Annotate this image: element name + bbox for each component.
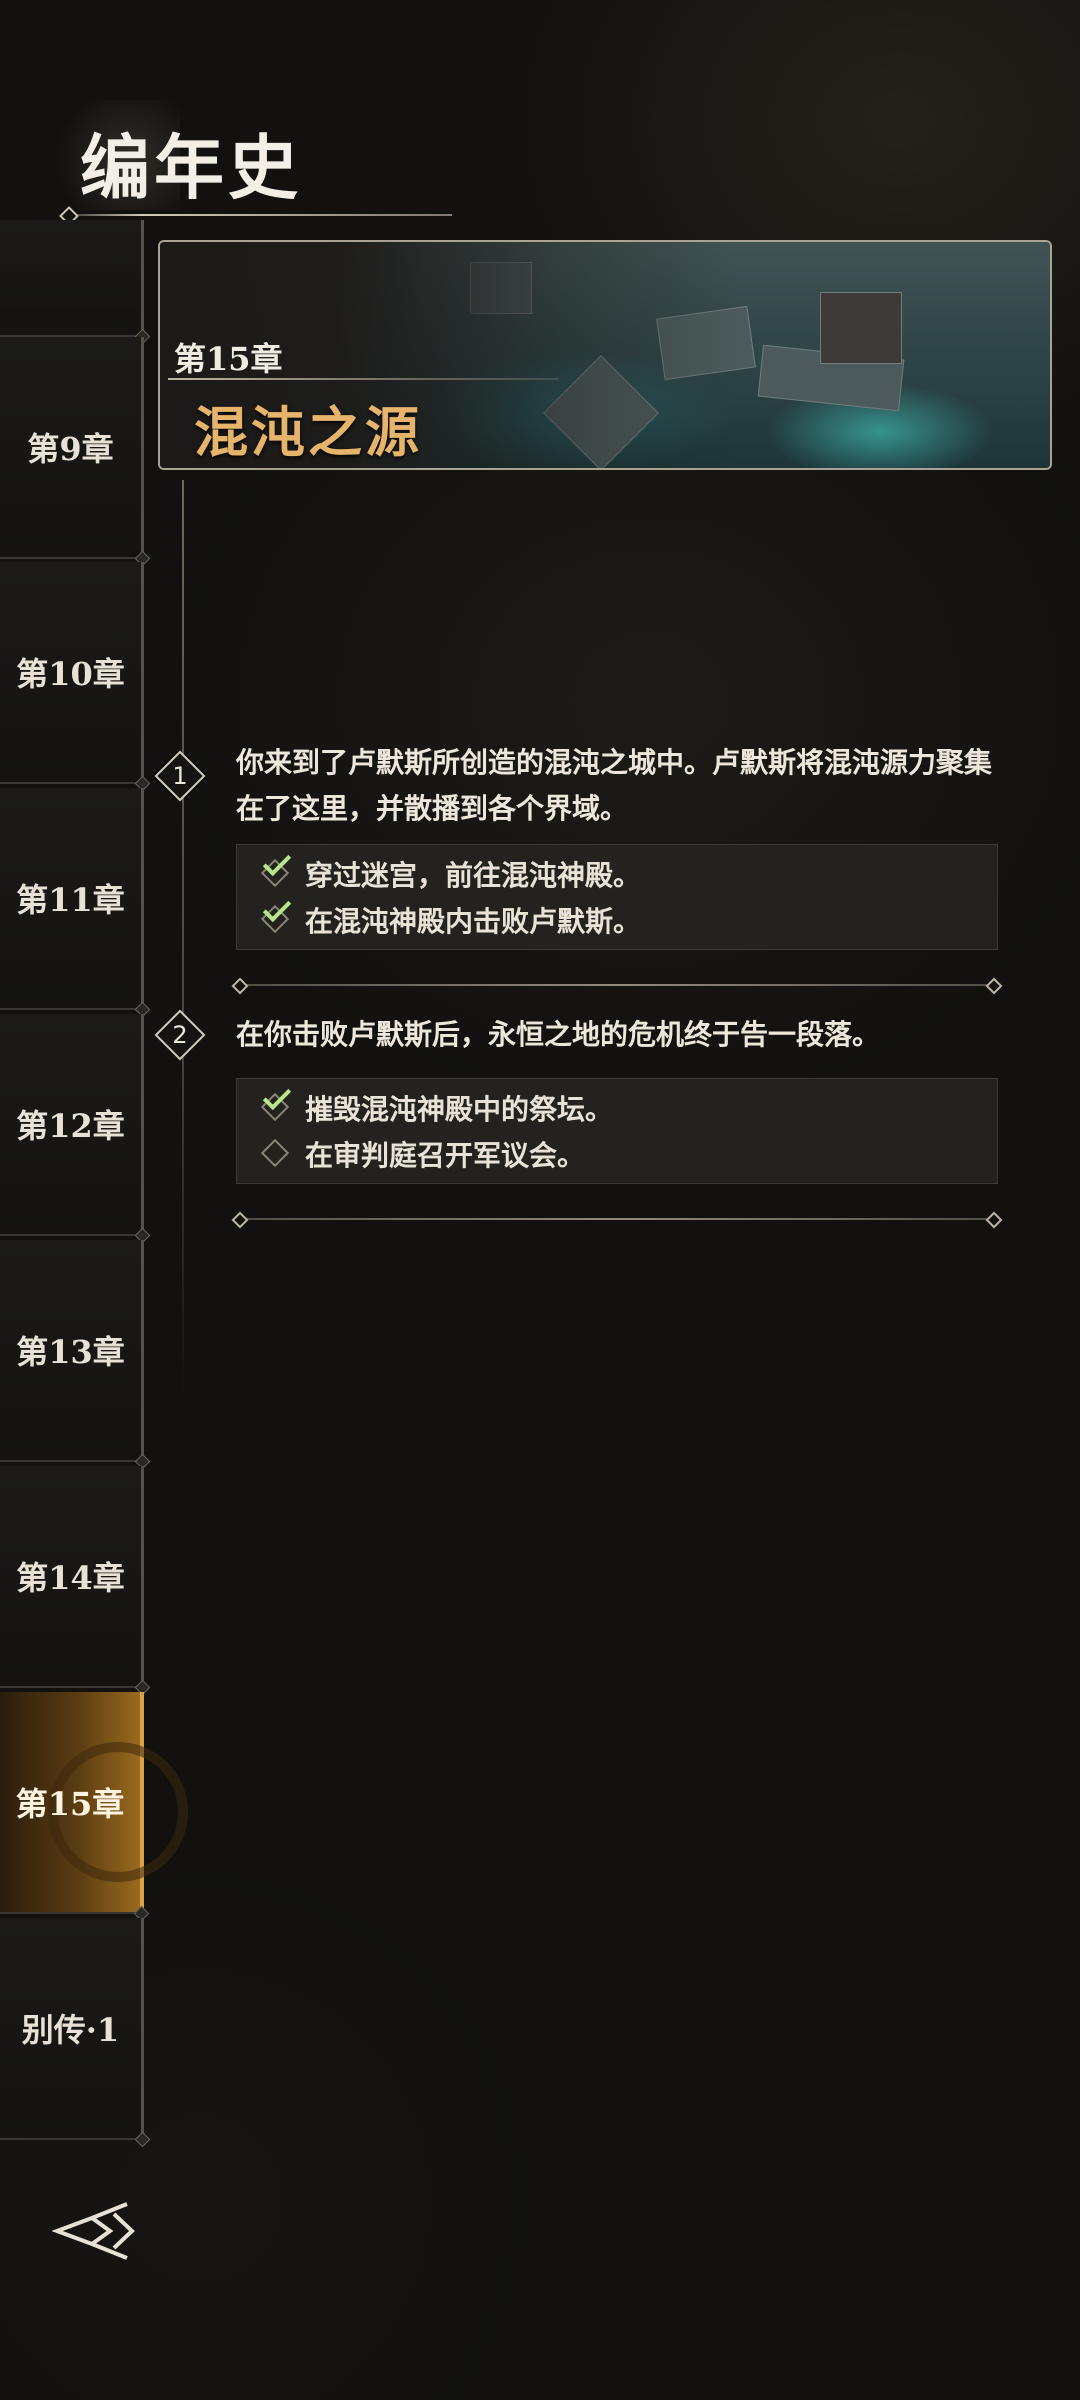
step-number: 1 xyxy=(172,762,188,790)
step-description: 在你击败卢默斯后，永恒之地的危机终于告一段落。 xyxy=(236,1018,881,1051)
sidebar-tab-label: 第14章 xyxy=(16,1559,125,1597)
sidebar-tab-label: 别传·1 xyxy=(21,2011,120,2049)
sidebar-tab-previous[interactable] xyxy=(0,220,144,337)
sidebar-tab-chapter-12[interactable]: 第12章 xyxy=(0,1014,144,1236)
task-text: 摧毁混沌神殿中的祭坛。 xyxy=(305,1093,614,1126)
check-icon xyxy=(260,893,292,935)
task-list: 穿过迷宫，前往混沌神殿。 在混沌神殿内击败卢默斯。 xyxy=(236,844,998,950)
sidebar-tab-chapter-10[interactable]: 第10章 xyxy=(0,562,144,784)
sidebar-tab-label: 第12章 xyxy=(16,1107,125,1145)
timeline-line xyxy=(182,480,184,1400)
page-title: 编年史 xyxy=(80,126,302,209)
task-list: 摧毁混沌神殿中的祭坛。 在审判庭召开军议会。 xyxy=(236,1078,998,1184)
step-divider xyxy=(236,984,998,986)
task-item: 穿过迷宫，前往混沌神殿。 xyxy=(237,847,997,897)
sidebar-tab-label: 第15章 xyxy=(15,1785,125,1823)
task-text: 穿过迷宫，前往混沌神殿。 xyxy=(305,859,642,892)
empty-diamond-icon xyxy=(260,1138,291,1169)
chapter-number: 第15章 xyxy=(174,340,283,378)
banner-divider xyxy=(168,378,558,380)
sidebar-tab-chapter-9[interactable]: 第9章 xyxy=(0,337,144,559)
back-arrow-icon[interactable] xyxy=(52,2196,142,2266)
task-item: 摧毁混沌神殿中的祭坛。 xyxy=(237,1081,997,1131)
check-icon xyxy=(260,847,292,889)
task-item: 在混沌神殿内击败卢默斯。 xyxy=(237,893,997,943)
step-divider xyxy=(236,1218,998,1220)
chapter-banner: 第15章 混沌之源 xyxy=(158,240,1052,470)
task-text: 在混沌神殿内击败卢默斯。 xyxy=(305,905,642,938)
sidebar-tab-label: 第13章 xyxy=(16,1333,125,1371)
task-text: 在审判庭召开军议会。 xyxy=(305,1139,586,1172)
header: 编年史 xyxy=(0,100,460,230)
sidebar-tab-label: 第11章 xyxy=(16,881,125,919)
task-item: 在审判庭召开军议会。 xyxy=(237,1131,997,1177)
sidebar-tab-chapter-14[interactable]: 第14章 xyxy=(0,1466,144,1688)
sidebar-tab-label: 第10章 xyxy=(16,655,125,693)
sidebar-tab-chapter-15[interactable]: 第15章 xyxy=(0,1692,188,1914)
step-number: 2 xyxy=(172,1021,188,1049)
check-icon xyxy=(260,1081,292,1123)
sidebar-tab-chapter-13[interactable]: 第13章 xyxy=(0,1240,144,1462)
sidebar-tab-label: 第9章 xyxy=(27,430,114,468)
chapter-title: 混沌之源 xyxy=(194,400,422,464)
step-description: 你来到了卢默斯所创造的混沌之城中。卢默斯将混沌源力聚集在了这里，并散播到各个界域… xyxy=(236,746,993,825)
sidebar-tab-chapter-11[interactable]: 第11章 xyxy=(0,788,144,1010)
title-underline xyxy=(64,214,452,216)
sidebar-tab-side-story-1[interactable]: 别传·1 xyxy=(0,1918,144,2140)
